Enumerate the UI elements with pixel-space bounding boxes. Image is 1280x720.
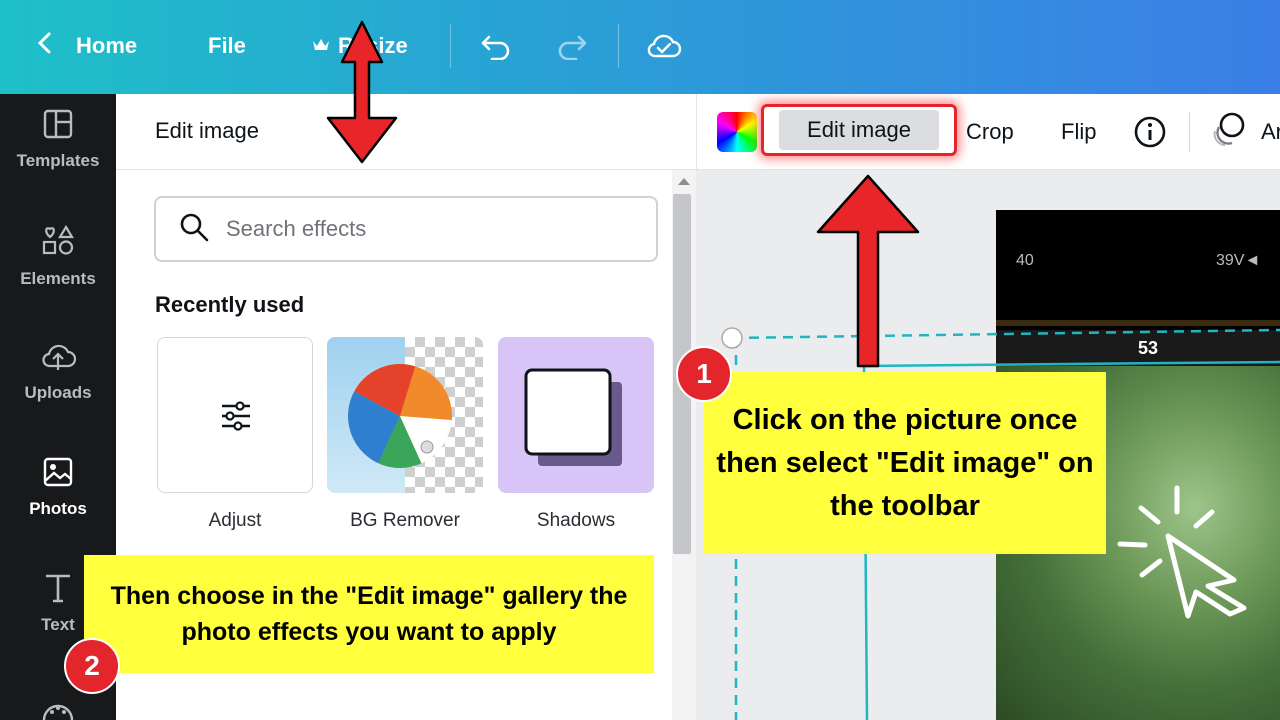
crop-button[interactable]: Crop [966,114,1014,150]
editor-toolbar: Edit image Crop Flip Ar [696,94,1280,170]
rail-item-elements[interactable]: Elements [0,210,116,300]
topbar-divider [450,24,451,68]
effect-card-shadows[interactable] [498,337,654,493]
animate-label: Ar [1261,119,1280,144]
scroll-up-arrow-icon[interactable] [678,178,690,185]
search-effects-field[interactable] [154,196,658,262]
cloud-check-icon[interactable] [646,28,682,64]
edit-image-button[interactable]: Edit image [761,104,957,156]
rail-label: Uploads [24,382,92,402]
rail-item-photos[interactable]: Photos [0,442,116,532]
recently-used-heading: Recently used [155,292,305,317]
step-2-callout: Then choose in the "Edit image" gallery … [84,555,654,673]
search-icon [178,211,210,248]
color-picker-button[interactable] [717,112,757,152]
photo-band [996,320,1280,326]
rail-label: Elements [20,268,96,288]
crop-label: Crop [966,119,1014,144]
home-button[interactable]: Home [36,28,137,64]
resize-label: Resize [338,33,408,58]
undo-icon[interactable] [478,28,514,64]
animate-button[interactable]: Ar [1211,111,1280,153]
cloud-upload-icon [39,340,77,377]
flip-button[interactable]: Flip [1061,114,1096,150]
photo-text-40: 40 [1016,252,1034,269]
toolbar-divider [1189,112,1190,152]
home-label: Home [76,33,138,58]
chevron-left-icon [36,31,54,61]
step-2-number: 2 [84,650,100,681]
panel-header: Edit image [116,94,696,170]
search-input[interactable] [226,216,626,242]
step-1-callout: Click on the picture once then select "E… [704,372,1106,554]
shadow-square-icon [498,337,654,493]
step-1-text: Click on the picture once then select "E… [716,403,1094,522]
file-menu-button[interactable]: File [208,28,246,64]
step-2-text: Then choose in the "Edit image" gallery … [110,582,628,646]
rail-item-uploads[interactable]: Uploads [0,326,116,416]
effect-card-adjust[interactable] [157,337,313,493]
step-1-badge: 1 [676,346,732,402]
topbar-divider [618,24,619,68]
templates-icon [42,108,74,145]
rail-item-templates[interactable]: Templates [0,94,116,184]
rail-label: Photos [29,498,87,518]
flip-label: Flip [1061,119,1097,144]
rail-label: Templates [16,150,100,170]
photo-text-39v: 39V◄ [1216,252,1261,269]
elements-icon [40,222,76,263]
crown-icon [312,33,330,59]
palette-icon[interactable] [42,700,74,720]
animate-icon [1211,111,1247,153]
top-bar: Home File Resize [0,0,1280,94]
step-2-badge: 2 [64,638,120,694]
rail-label: Text [41,614,75,634]
effect-card-bg-remover[interactable] [327,337,483,493]
photo-text-53: 53 [1138,338,1159,358]
effect-label: Shadows [536,510,616,531]
edit-image-label: Edit image [779,110,939,150]
effect-label: BG Remover [350,510,460,531]
file-label: File [208,33,246,58]
info-icon[interactable] [1133,114,1167,150]
text-icon [43,572,73,609]
redo-icon[interactable] [554,28,590,64]
resize-button[interactable]: Resize [312,28,408,64]
effect-label: Adjust [208,510,262,531]
photos-icon [42,456,74,493]
panel-title: Edit image [155,118,259,143]
sliders-icon [218,398,254,439]
step-1-number: 1 [696,358,712,389]
beach-ball-icon [345,361,455,476]
